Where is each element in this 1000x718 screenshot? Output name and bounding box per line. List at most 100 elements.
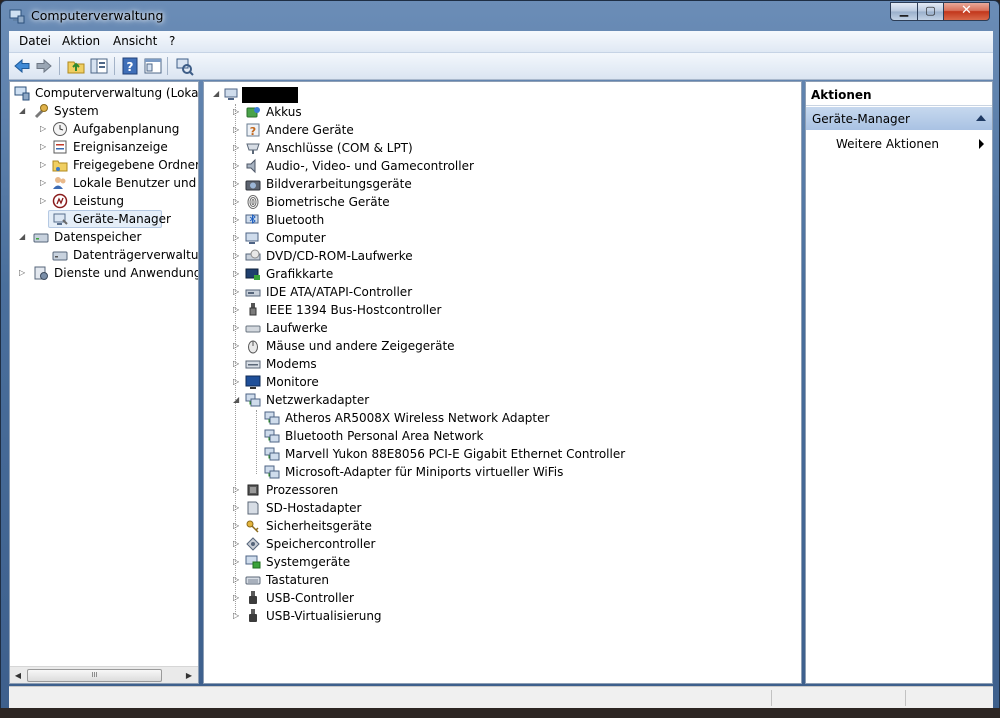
- minimize-button[interactable]: ▁: [890, 2, 918, 21]
- expand-arrow-icon[interactable]: ▷: [233, 589, 242, 607]
- collapse-arrow-icon[interactable]: ◢: [19, 102, 28, 120]
- device-category[interactable]: ▷ Anschlüsse (COM & LPT): [204, 139, 794, 157]
- device-category[interactable]: ▷? Andere Geräte: [204, 121, 794, 139]
- expand-arrow-icon[interactable]: ▷: [233, 247, 242, 265]
- network-adapter-item[interactable]: Bluetooth Personal Area Network: [204, 427, 794, 445]
- tree-item-lokale-benutzer[interactable]: ▷ Lokale Benutzer und Gr: [10, 174, 198, 192]
- expand-arrow-icon[interactable]: ▷: [233, 229, 242, 247]
- network-adapter-item[interactable]: Marvell Yukon 88E8056 PCI-E Gigabit Ethe…: [204, 445, 794, 463]
- expand-arrow-icon[interactable]: ▷: [233, 103, 242, 121]
- device-tree[interactable]: ◢ ▷ Akkus ▷? Andere Geräte ▷ Anschlüsse (COM …: [203, 81, 802, 684]
- collapse-arrow-icon[interactable]: ◢: [19, 228, 28, 246]
- more-actions-link[interactable]: Weitere Aktionen: [836, 137, 939, 151]
- expand-arrow-icon[interactable]: ▷: [233, 481, 242, 499]
- expand-arrow-icon[interactable]: ▷: [233, 517, 242, 535]
- tree-item-leistung[interactable]: ▷ Leistung: [10, 192, 196, 210]
- device-category[interactable]: ▷ Bildverarbeitungsgeräte: [204, 175, 794, 193]
- menu-datei[interactable]: Datei: [19, 34, 51, 48]
- device-category[interactable]: ▷ SD-Hostadapter: [204, 499, 794, 517]
- device-category[interactable]: ▷ Systemgeräte: [204, 553, 794, 571]
- device-category[interactable]: ▷ Prozessoren: [204, 481, 794, 499]
- expand-arrow-icon[interactable]: ▷: [233, 535, 242, 553]
- device-category[interactable]: ▷ USB-Controller: [204, 589, 794, 607]
- expand-arrow-icon[interactable]: ▷: [233, 499, 242, 517]
- tree-item-computerverwaltung[interactable]: Computerverwaltung (Lokal): [10, 84, 198, 102]
- expand-arrow-icon[interactable]: ▷: [233, 319, 242, 337]
- device-category[interactable]: ▷ Monitore: [204, 373, 794, 391]
- up-folder-icon[interactable]: [66, 56, 86, 76]
- collapse-arrow-icon[interactable]: ◢: [233, 391, 242, 409]
- tree-item-aufgabenplanung[interactable]: ▷ Aufgabenplanung: [10, 120, 196, 138]
- expand-arrow-icon[interactable]: ▷: [233, 193, 242, 211]
- expand-arrow-icon[interactable]: ▷: [233, 355, 242, 373]
- expand-arrow-icon[interactable]: ▷: [233, 571, 242, 589]
- horizontal-scrollbar[interactable]: ◀ III ▶: [10, 666, 198, 683]
- scrollbar-thumb[interactable]: III: [27, 669, 162, 682]
- scan-hardware-icon[interactable]: [174, 56, 194, 76]
- tree-item-dienste[interactable]: ▷ Dienste und Anwendungen: [10, 264, 198, 282]
- menu-ansicht[interactable]: Ansicht: [113, 34, 157, 48]
- expand-arrow-icon[interactable]: ▷: [233, 283, 242, 301]
- network-adapter-item[interactable]: Atheros AR5008X Wireless Network Adapter: [204, 409, 794, 427]
- title-bar[interactable]: Computerverwaltung ▁ ▢ ✕: [1, 1, 999, 31]
- forward-icon[interactable]: [34, 56, 54, 76]
- expand-arrow-icon[interactable]: ▷: [233, 265, 242, 283]
- device-category[interactable]: ▷ Speichercontroller: [204, 535, 794, 553]
- device-category[interactable]: ▷ Mäuse und andere Zeigegeräte: [204, 337, 794, 355]
- device-category[interactable]: ▷ Audio-, Video- und Gamecontroller: [204, 157, 794, 175]
- device-category[interactable]: ▷ Sicherheitsgeräte: [204, 517, 794, 535]
- device-category[interactable]: ▷ IEEE 1394 Bus-Hostcontroller: [204, 301, 794, 319]
- collapse-arrow-icon[interactable]: ◢: [213, 85, 222, 103]
- expand-arrow-icon[interactable]: ▷: [233, 139, 242, 157]
- expand-arrow-icon[interactable]: ▷: [19, 264, 28, 282]
- submenu-arrow-icon[interactable]: [979, 139, 984, 149]
- expand-arrow-icon[interactable]: ▷: [40, 120, 49, 138]
- menu-aktion[interactable]: Aktion: [62, 34, 100, 48]
- device-category[interactable]: ▷ Computer: [204, 229, 794, 247]
- close-button[interactable]: ✕: [943, 2, 990, 21]
- tree-item-datenspeicher[interactable]: ◢ Datenspeicher: [10, 228, 196, 246]
- help-icon[interactable]: ?: [120, 56, 140, 76]
- device-category[interactable]: ▷ IDE ATA/ATAPI-Controller: [204, 283, 794, 301]
- tree-item-datentraegerverwaltung[interactable]: Datenträgerverwaltung: [10, 246, 198, 264]
- expand-arrow-icon[interactable]: ▷: [40, 192, 49, 210]
- network-adapter-item[interactable]: Microsoft-Adapter für Miniports virtuell…: [204, 463, 794, 481]
- scroll-left-icon[interactable]: ◀: [11, 669, 25, 682]
- device-category[interactable]: ▷ USB-Virtualisierung: [204, 607, 794, 625]
- expand-arrow-icon[interactable]: ▷: [233, 301, 242, 319]
- device-category[interactable]: ◢ Netzwerkadapter: [204, 391, 794, 409]
- show-tree-icon[interactable]: [89, 56, 109, 76]
- tree-item-system[interactable]: ◢ System: [10, 102, 196, 120]
- expand-arrow-icon[interactable]: ▷: [233, 337, 242, 355]
- expand-arrow-icon[interactable]: ▷: [233, 157, 242, 175]
- maximize-button[interactable]: ▢: [917, 2, 944, 21]
- expand-arrow-icon[interactable]: ▷: [233, 607, 242, 625]
- expand-arrow-icon[interactable]: ▷: [233, 553, 242, 571]
- collapse-up-icon[interactable]: [976, 115, 986, 121]
- properties-icon[interactable]: [143, 56, 163, 76]
- device-category[interactable]: ▷ Grafikkarte: [204, 265, 794, 283]
- device-category[interactable]: ▷ Biometrische Geräte: [204, 193, 794, 211]
- expand-arrow-icon[interactable]: ▷: [233, 175, 242, 193]
- tree-item-geraete-manager[interactable]: Geräte-Manager: [48, 210, 171, 228]
- back-icon[interactable]: [12, 56, 32, 76]
- console-tree[interactable]: Computerverwaltung (Lokal) ◢ System ▷ Au…: [9, 81, 199, 684]
- tree-item-ereignisanzeige[interactable]: ▷ Ereignisanzeige: [10, 138, 196, 156]
- device-category[interactable]: ▷ Akkus: [204, 103, 794, 121]
- expand-arrow-icon[interactable]: ▷: [40, 156, 49, 174]
- device-category[interactable]: ▷ Modems: [204, 355, 794, 373]
- scroll-right-icon[interactable]: ▶: [182, 669, 196, 682]
- device-category[interactable]: ▷ Tastaturen: [204, 571, 794, 589]
- expand-arrow-icon[interactable]: ▷: [233, 121, 242, 139]
- menu-help[interactable]: ?: [169, 34, 175, 48]
- device-category[interactable]: ▷ Laufwerke: [204, 319, 794, 337]
- tree-item-freigegebene-ordner[interactable]: ▷ Freigegebene Ordner: [10, 156, 198, 174]
- expand-arrow-icon[interactable]: ▷: [40, 138, 49, 156]
- expand-arrow-icon[interactable]: ▷: [233, 373, 242, 391]
- modem-icon: [245, 360, 261, 369]
- device-category[interactable]: ▷ DVD/CD-ROM-Laufwerke: [204, 247, 794, 265]
- device-category[interactable]: ▷ Bluetooth: [204, 211, 794, 229]
- expand-arrow-icon[interactable]: ▷: [233, 211, 242, 229]
- actions-section-geraete-manager[interactable]: Geräte-Manager: [806, 107, 992, 130]
- expand-arrow-icon[interactable]: ▷: [40, 174, 49, 192]
